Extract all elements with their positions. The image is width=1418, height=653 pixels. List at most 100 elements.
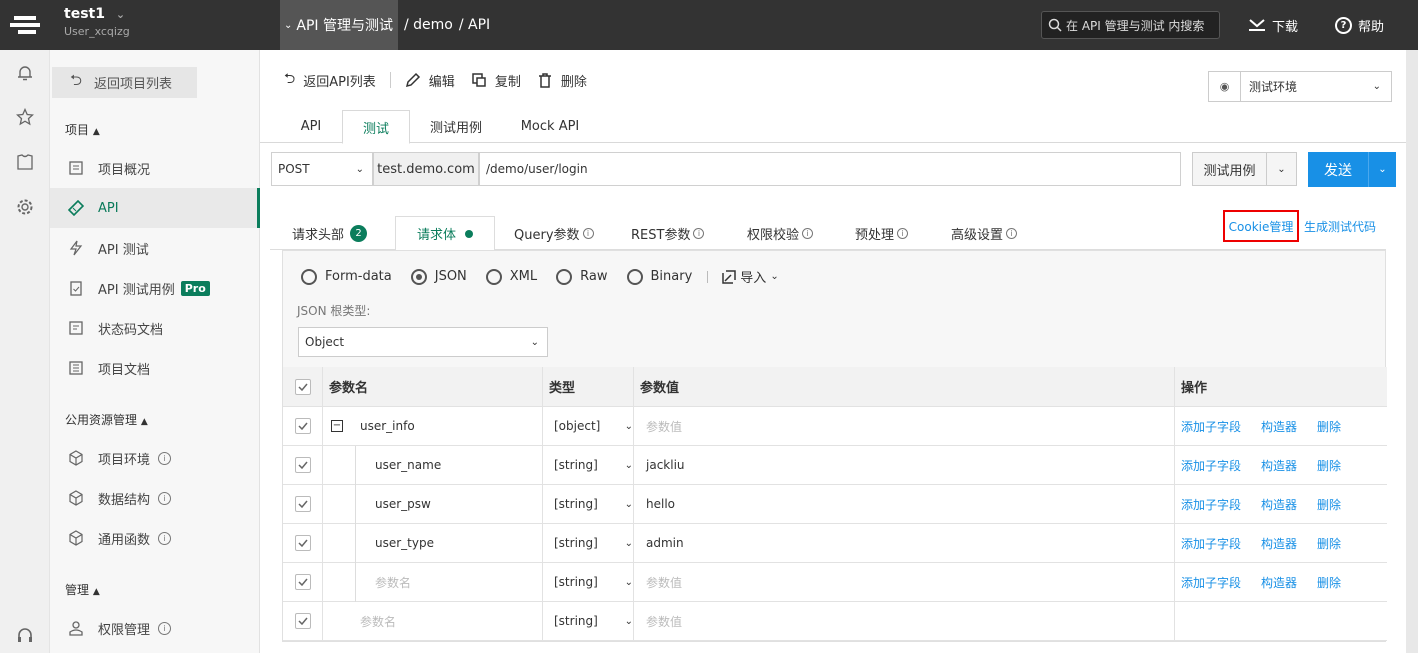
sidebar-item-api-testcase[interactable]: API 测试用例 Pro bbox=[50, 268, 260, 308]
tab-request-headers[interactable]: 请求头部 2 bbox=[292, 216, 368, 250]
delete-button[interactable]: 删除 bbox=[529, 71, 595, 90]
chevron-down-icon[interactable]: ⌄ bbox=[1266, 153, 1296, 185]
info-icon[interactable]: i bbox=[158, 491, 172, 505]
param-type-select[interactable]: [object] ⌄ bbox=[543, 407, 634, 445]
param-value-input[interactable]: 参数值 bbox=[634, 602, 1175, 640]
sidebar-item-project-doc[interactable]: 项目文档 bbox=[50, 348, 260, 388]
download-button[interactable]: 下载 bbox=[1248, 0, 1298, 50]
headset-icon[interactable] bbox=[16, 626, 34, 644]
section-public-resources[interactable]: 公用资源管理 ▲ bbox=[65, 411, 148, 428]
param-type-select[interactable]: [string] ⌄ bbox=[543, 446, 634, 484]
param-type-select[interactable]: [string] ⌄ bbox=[543, 485, 634, 523]
delete-row-link[interactable]: 删除 bbox=[1317, 535, 1341, 552]
edit-button[interactable]: 编辑 bbox=[397, 71, 463, 90]
tab-rest-params[interactable]: REST参数 i bbox=[631, 216, 705, 250]
radio-form-data[interactable]: Form-data bbox=[301, 268, 392, 285]
tab-mock-api[interactable]: Mock API bbox=[510, 110, 590, 143]
cookie-management-link[interactable]: Cookie管理 bbox=[1223, 210, 1299, 242]
section-manage[interactable]: 管理 ▲ bbox=[65, 581, 100, 598]
breadcrumb-demo[interactable]: / demo bbox=[404, 17, 453, 33]
row-checkbox[interactable] bbox=[294, 574, 311, 590]
radio-xml[interactable]: XML bbox=[485, 268, 537, 285]
tab-preprocess[interactable]: 预处理 i bbox=[855, 216, 909, 250]
sidebar-item-common-functions[interactable]: 通用函数 i bbox=[50, 518, 260, 558]
json-root-type-select[interactable]: Object ⌄ bbox=[298, 327, 548, 357]
tab-request-body[interactable]: 请求体 bbox=[395, 216, 495, 251]
sidebar-item-api-test[interactable]: API 测试 bbox=[50, 228, 260, 268]
sidebar-item-api[interactable]: API bbox=[50, 188, 260, 228]
gear-icon[interactable] bbox=[16, 198, 34, 216]
select-all-checkbox[interactable] bbox=[294, 378, 311, 395]
sidebar-item-project-env[interactable]: 项目环境 i bbox=[50, 438, 260, 478]
sidebar-item-data-structure[interactable]: 数据结构 i bbox=[50, 478, 260, 518]
path-input[interactable]: /demo/user/login bbox=[479, 152, 1181, 186]
row-checkbox[interactable] bbox=[294, 457, 311, 473]
method-select[interactable]: POST ⌄ bbox=[271, 152, 373, 186]
param-type-select[interactable]: [string] ⌄ bbox=[543, 602, 634, 640]
add-child-field-link[interactable]: 添加子字段 bbox=[1181, 496, 1241, 513]
builder-link[interactable]: 构造器 bbox=[1261, 496, 1297, 513]
add-child-field-link[interactable]: 添加子字段 bbox=[1181, 418, 1241, 435]
param-name-cell[interactable]: 参数名 bbox=[323, 563, 543, 602]
param-name-cell[interactable]: user_psw bbox=[323, 485, 543, 524]
send-button[interactable]: 发送 ⌄ bbox=[1308, 152, 1396, 187]
sidebar-item-status-code-doc[interactable]: 状态码文档 bbox=[50, 308, 260, 348]
param-name-cell[interactable]: − user_info bbox=[323, 407, 543, 445]
app-logo-icon[interactable] bbox=[0, 0, 50, 50]
row-checkbox[interactable] bbox=[294, 613, 311, 629]
param-name-cell[interactable]: 参数名 bbox=[323, 602, 543, 640]
param-value-input[interactable]: 参数值 bbox=[634, 407, 1175, 445]
search-input[interactable]: 在 API 管理与测试 内搜索 bbox=[1041, 11, 1220, 39]
bell-icon[interactable] bbox=[16, 64, 34, 82]
row-checkbox[interactable] bbox=[294, 418, 311, 434]
builder-link[interactable]: 构造器 bbox=[1261, 535, 1297, 552]
param-value-input[interactable]: admin bbox=[634, 524, 1175, 562]
param-value-input[interactable]: 参数值 bbox=[634, 563, 1175, 601]
param-name-cell[interactable]: user_type bbox=[323, 524, 543, 563]
param-name-cell[interactable]: user_name bbox=[323, 446, 543, 485]
section-project[interactable]: 项目 ▲ bbox=[65, 121, 100, 138]
collapse-icon[interactable]: − bbox=[331, 420, 343, 432]
builder-link[interactable]: 构造器 bbox=[1261, 418, 1297, 435]
add-child-field-link[interactable]: 添加子字段 bbox=[1181, 457, 1241, 474]
back-to-api-list-button[interactable]: ⮌ 返回API列表 bbox=[284, 68, 384, 92]
radio-raw[interactable]: Raw bbox=[556, 268, 608, 285]
scrollbar-track[interactable] bbox=[1406, 50, 1418, 653]
info-icon[interactable]: i bbox=[158, 451, 172, 465]
back-to-projects-button[interactable]: ⮌ 返回项目列表 bbox=[52, 67, 197, 98]
info-icon[interactable]: i bbox=[158, 531, 172, 545]
sidebar-item-permissions[interactable]: 权限管理 i bbox=[50, 608, 260, 648]
builder-link[interactable]: 构造器 bbox=[1261, 457, 1297, 474]
delete-row-link[interactable]: 删除 bbox=[1317, 418, 1341, 435]
generate-test-code-link[interactable]: 生成测试代码 bbox=[1304, 218, 1376, 235]
tab-test[interactable]: 测试 bbox=[342, 110, 410, 144]
builder-link[interactable]: 构造器 bbox=[1261, 574, 1297, 591]
param-type-select[interactable]: [string] ⌄ bbox=[543, 524, 634, 562]
param-value-input[interactable]: jackliu bbox=[634, 446, 1175, 484]
tab-api[interactable]: API bbox=[288, 110, 334, 143]
import-dropdown[interactable]: 导入 ⌄ bbox=[722, 267, 779, 286]
testcase-dropdown-button[interactable]: 测试用例 ⌄ bbox=[1192, 152, 1297, 186]
param-value-input[interactable]: hello bbox=[634, 485, 1175, 523]
environment-select[interactable]: ◉ 测试环境 ⌄ bbox=[1208, 71, 1392, 102]
add-child-field-link[interactable]: 添加子字段 bbox=[1181, 574, 1241, 591]
param-type-select[interactable]: [string] ⌄ bbox=[543, 563, 634, 601]
row-checkbox[interactable] bbox=[294, 496, 311, 512]
delete-row-link[interactable]: 删除 bbox=[1317, 496, 1341, 513]
tab-testcases[interactable]: 测试用例 bbox=[420, 110, 492, 143]
help-button[interactable]: ? 帮助 bbox=[1335, 0, 1384, 50]
shirt-icon[interactable] bbox=[16, 153, 34, 171]
tab-auth[interactable]: 权限校验 i bbox=[747, 216, 814, 250]
copy-button[interactable]: 复制 bbox=[463, 71, 529, 90]
info-icon[interactable]: i bbox=[158, 621, 172, 635]
tab-advanced[interactable]: 高级设置 i bbox=[951, 216, 1018, 250]
delete-row-link[interactable]: 删除 bbox=[1317, 457, 1341, 474]
radio-binary[interactable]: Binary bbox=[626, 268, 692, 285]
add-child-field-link[interactable]: 添加子字段 bbox=[1181, 535, 1241, 552]
sidebar-item-overview[interactable]: 项目概况 bbox=[50, 148, 260, 188]
chevron-down-icon[interactable]: ⌄ bbox=[1368, 152, 1396, 187]
delete-row-link[interactable]: 删除 bbox=[1317, 574, 1341, 591]
project-switcher[interactable]: test1 ⌄ User_xcqizg bbox=[64, 6, 130, 38]
star-icon[interactable] bbox=[16, 108, 34, 126]
breadcrumb-module[interactable]: ⌄ API 管理与测试 bbox=[280, 0, 398, 50]
